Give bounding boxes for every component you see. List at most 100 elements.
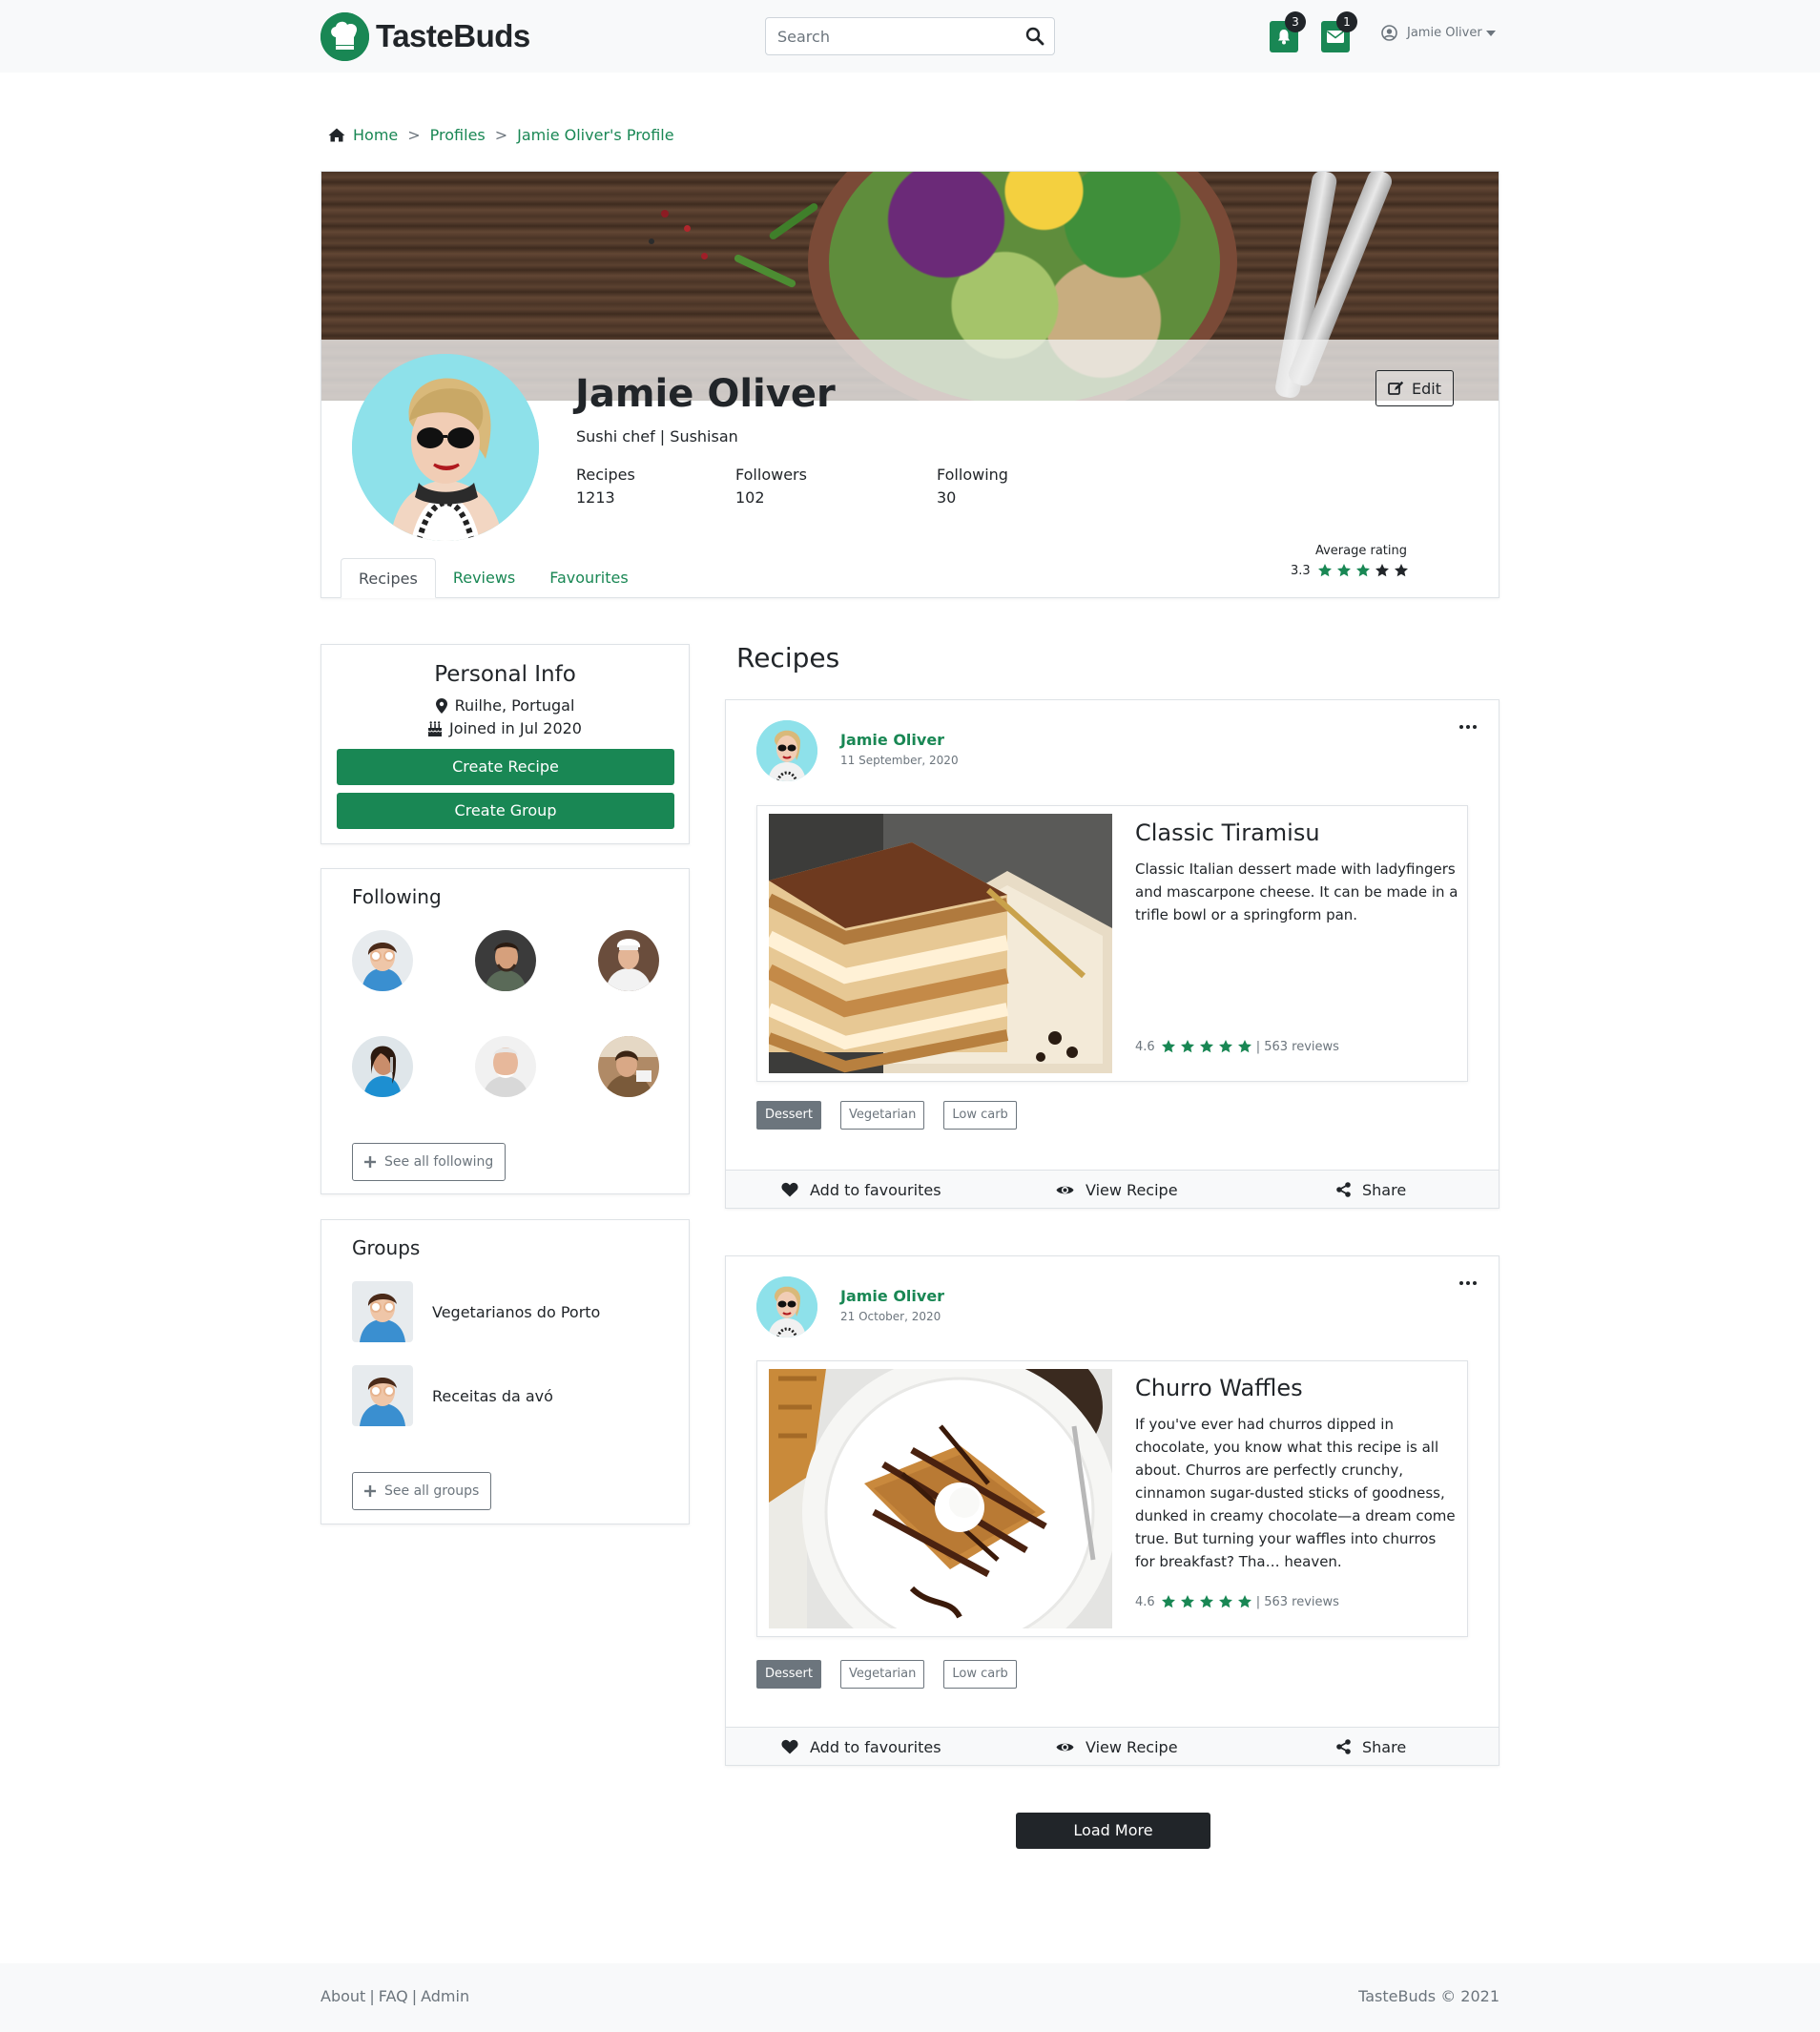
recipe-review-count[interactable]: | 563 reviews (1256, 1595, 1339, 1609)
recipe-rating-stars (1161, 1594, 1252, 1609)
profile-name: Jamie Oliver (575, 372, 836, 416)
share-label: Share (1362, 1737, 1407, 1756)
tag-vegetarian[interactable]: Vegetarian (840, 1660, 925, 1689)
following-card: Following See all following (321, 868, 690, 1194)
stat-value: 1213 (576, 488, 615, 507)
star-icon (1161, 1040, 1175, 1053)
joined-text: Joined in Jul 2020 (449, 719, 582, 737)
following-avatar[interactable] (352, 930, 413, 991)
group-item[interactable]: Vegetarianos do Porto (352, 1281, 600, 1342)
recipe-title[interactable]: Churro Waffles (1135, 1375, 1303, 1401)
star-icon (1394, 564, 1408, 577)
view-recipe-label: View Recipe (1086, 1737, 1178, 1756)
stat-followers[interactable]: Followers 102 (735, 464, 807, 509)
star-icon (1199, 1040, 1213, 1053)
tab-reviews[interactable]: Reviews (436, 558, 532, 598)
recipe-review-count[interactable]: | 563 reviews (1256, 1040, 1339, 1054)
recipe-preview[interactable]: Classic Tiramisu Classic Italian dessert… (756, 805, 1468, 1082)
breadcrumb: Home > Profiles > Jamie Oliver's Profile (328, 126, 674, 144)
breadcrumb-separator: > (494, 126, 508, 144)
profile-header-card: Jamie Oliver Sushi chef | Sushisan Recip… (321, 171, 1499, 598)
post-author-avatar[interactable] (756, 720, 817, 781)
eye-icon (1056, 1741, 1086, 1753)
stat-value: 30 (937, 488, 957, 507)
breadcrumb-profiles-link[interactable]: Profiles (430, 126, 486, 144)
following-avatar[interactable] (475, 930, 536, 991)
recipe-title[interactable]: Classic Tiramisu (1135, 819, 1320, 846)
add-to-favourites-button[interactable]: Add to favourites (781, 1171, 941, 1209)
ellipsis-icon[interactable] (1457, 719, 1479, 735)
recipe-rating-value: 4.6 (1135, 1039, 1155, 1054)
recipe-preview[interactable]: Churro Waffles If you've ever had churro… (756, 1360, 1468, 1637)
tab-recipes[interactable]: Recipes (341, 558, 436, 598)
stat-recipes[interactable]: Recipes 1213 (576, 464, 635, 509)
view-recipe-button[interactable]: View Recipe (1056, 1171, 1178, 1209)
tag-low-carb[interactable]: Low carb (943, 1660, 1017, 1689)
see-all-following-label: See all following (384, 1154, 494, 1170)
stat-label: Following (937, 466, 1008, 484)
chef-hat-logo-icon (321, 11, 369, 61)
notifications-button[interactable]: 3 (1270, 11, 1306, 52)
view-recipe-button[interactable]: View Recipe (1056, 1728, 1178, 1766)
top-navbar: TasteBuds 3 1 Jamie Oliver (0, 0, 1820, 73)
home-icon[interactable] (328, 128, 345, 142)
group-avatar (352, 1365, 413, 1426)
group-avatar (352, 1281, 413, 1342)
tag-dessert[interactable]: Dessert (756, 1660, 821, 1689)
see-all-groups-button[interactable]: See all groups (352, 1472, 492, 1510)
following-avatar[interactable] (475, 1036, 536, 1097)
profile-avatar (352, 354, 539, 541)
share-button[interactable]: Share (1336, 1728, 1406, 1766)
footer-link-faq[interactable]: FAQ (379, 1987, 408, 2005)
post-author-avatar[interactable] (756, 1276, 817, 1337)
see-all-following-button[interactable]: See all following (352, 1143, 507, 1181)
share-icon (1336, 1182, 1362, 1197)
recipes-section-title: Recipes (736, 642, 840, 674)
stat-label: Recipes (576, 466, 635, 484)
recipe-rating: 4.6 | 563 reviews (1135, 1039, 1339, 1054)
footer-separator: | (411, 1987, 418, 2005)
ellipsis-icon[interactable] (1457, 1275, 1479, 1291)
add-to-favourites-label: Add to favourites (810, 1737, 941, 1756)
envelope-icon (1327, 31, 1344, 43)
messages-count-badge: 1 (1336, 11, 1357, 32)
brand-logo[interactable]: TasteBuds (321, 11, 530, 61)
footer-link-about[interactable]: About (321, 1987, 365, 2005)
following-avatar[interactable] (598, 930, 659, 991)
group-item[interactable]: Receitas da avó (352, 1365, 553, 1426)
edit-profile-button[interactable]: Edit (1375, 370, 1454, 406)
brand-name: TasteBuds (376, 18, 530, 53)
footer-link-admin[interactable]: Admin (421, 1987, 469, 2005)
notifications-count-badge: 3 (1285, 11, 1306, 32)
tag-vegetarian[interactable]: Vegetarian (840, 1101, 925, 1130)
following-title: Following (352, 885, 442, 908)
post-date: 11 September, 2020 (840, 754, 959, 767)
breadcrumb-separator: > (407, 126, 421, 144)
breadcrumb-home-link[interactable]: Home (353, 126, 398, 144)
tab-favourites[interactable]: Favourites (532, 558, 645, 598)
following-avatar[interactable] (352, 1036, 413, 1097)
create-group-button[interactable]: Create Group (337, 793, 674, 829)
recipe-post: Jamie Oliver 11 September, 2020 Classic … (725, 699, 1499, 1209)
recipe-post: Jamie Oliver 21 October, 2020 Churro Waf… (725, 1255, 1499, 1766)
search-input[interactable] (766, 18, 1014, 54)
user-dropdown[interactable]: Jamie Oliver (1381, 25, 1496, 41)
load-more-button[interactable]: Load More (1016, 1813, 1210, 1849)
star-icon (1336, 564, 1351, 577)
search-icon[interactable] (1025, 27, 1044, 46)
breadcrumb-current-page[interactable]: Jamie Oliver's Profile (517, 126, 673, 144)
user-name: Jamie Oliver (1407, 26, 1482, 40)
post-author-name[interactable]: Jamie Oliver (840, 1287, 944, 1305)
tag-low-carb[interactable]: Low carb (943, 1101, 1017, 1130)
create-recipe-button[interactable]: Create Recipe (337, 749, 674, 785)
cover-photo (321, 172, 1499, 401)
stat-following[interactable]: Following 30 (937, 464, 1008, 509)
star-icon (1237, 1040, 1251, 1053)
add-to-favourites-button[interactable]: Add to favourites (781, 1728, 941, 1766)
share-button[interactable]: Share (1336, 1171, 1406, 1209)
average-rating-label: Average rating (1314, 544, 1408, 558)
following-avatar[interactable] (598, 1036, 659, 1097)
post-author-name[interactable]: Jamie Oliver (840, 731, 944, 749)
tag-dessert[interactable]: Dessert (756, 1101, 821, 1130)
messages-button[interactable]: 1 (1321, 11, 1357, 52)
